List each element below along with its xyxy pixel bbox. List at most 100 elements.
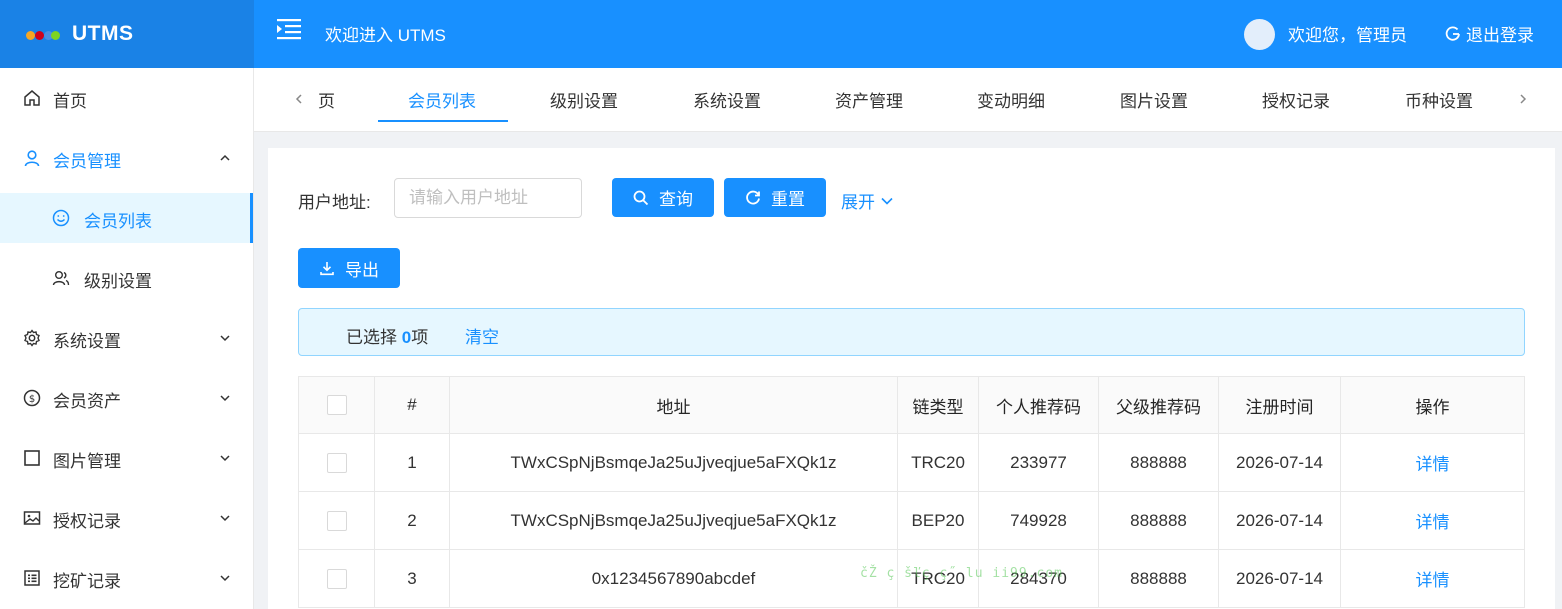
- member-table: # 地址 链类型 个人推荐码 父级推荐码 注册时间 操作 1 TWxCSpNjB…: [298, 376, 1525, 608]
- row-registered: 2026-07-14: [1219, 492, 1341, 549]
- row-address: 0x1234567890abcdef: [450, 550, 898, 607]
- chevron-down-icon: [220, 335, 230, 342]
- row-registered: 2026-07-14: [1219, 434, 1341, 491]
- logo-mark-icon: [26, 26, 62, 42]
- tabs-scroll-left-icon[interactable]: [292, 92, 306, 106]
- menu-fold-icon: [277, 19, 301, 40]
- export-button[interactable]: 导出: [298, 248, 400, 288]
- chevron-down-icon: [220, 575, 230, 582]
- row-parent-code: 888888: [1099, 550, 1219, 607]
- details-link[interactable]: 详情: [1416, 450, 1450, 475]
- selection-count: 0: [401, 328, 412, 347]
- tab-authorization-records[interactable]: 授权记录: [1262, 87, 1330, 112]
- tab-image-settings[interactable]: 图片设置: [1120, 87, 1188, 112]
- active-tab-indicator: [378, 120, 508, 122]
- chevron-down-icon: [220, 455, 230, 462]
- row-action-cell: 详情: [1341, 434, 1524, 491]
- reset-button[interactable]: 重置: [724, 178, 826, 217]
- search-icon: [633, 190, 649, 205]
- gear-icon: [24, 329, 40, 347]
- users-icon: [52, 271, 70, 286]
- sidebar-item-member-list[interactable]: 会员列表: [0, 193, 253, 243]
- row-select-cell: [299, 434, 375, 491]
- sidebar-item-system-settings[interactable]: 系统设置: [0, 308, 253, 368]
- tab-level-settings[interactable]: 级别设置: [550, 87, 618, 112]
- row-checkbox[interactable]: [326, 568, 347, 589]
- column-header: 链类型: [898, 377, 979, 433]
- tab-change-details[interactable]: 变动明细: [977, 87, 1045, 112]
- column-header: #: [375, 377, 450, 433]
- smile-icon: [52, 209, 70, 227]
- top-header: UTMS 欢迎进入 UTMS 欢迎您，管理员 退出登录: [0, 0, 1562, 68]
- tab-system-settings[interactable]: 系统设置: [693, 87, 761, 112]
- sidebar-item-label: 挖矿记录: [53, 572, 121, 591]
- row-checkbox[interactable]: [326, 510, 347, 531]
- tabs-scroll-right-icon[interactable]: [1516, 92, 1530, 106]
- column-header: 操作: [1415, 397, 1450, 417]
- export-label: 导出: [345, 260, 379, 280]
- sidebar-item-mining-records[interactable]: 挖矿记录: [0, 548, 253, 608]
- member-list-card: 用户地址: 查询 重置 展开 导出 已选择 0项 清空 # 地址 链类型 个人推…: [268, 148, 1555, 609]
- dollar-icon: $: [23, 389, 41, 407]
- clear-selection-link[interactable]: 清空: [465, 323, 499, 348]
- table-row: 1 TWxCSpNjBsmqeJa25uJjveqjue5aFXQk1z TRC…: [299, 434, 1524, 492]
- row-index: 3: [375, 550, 450, 607]
- selection-text: 已选择 0项: [346, 323, 428, 348]
- sidebar-item-label: 图片管理: [53, 452, 121, 471]
- download-icon: [320, 262, 334, 276]
- row-address: TWxCSpNjBsmqeJa25uJjveqjue5aFXQk1z: [450, 434, 898, 491]
- expand-filters-link[interactable]: 展开: [841, 188, 894, 213]
- square-icon: [24, 450, 40, 466]
- details-link[interactable]: 详情: [1416, 566, 1450, 591]
- row-action-cell: 详情: [1341, 492, 1524, 549]
- row-personal-code: 233977: [979, 434, 1099, 491]
- expand-label: 展开: [841, 193, 875, 212]
- row-index: 1: [375, 434, 450, 491]
- logout-icon: [1445, 26, 1460, 41]
- chevron-down-icon: [220, 395, 230, 402]
- row-action-cell: 详情: [1341, 550, 1524, 607]
- sidebar-item-label: 会员列表: [84, 212, 152, 231]
- user-icon: [24, 150, 40, 167]
- table-row: 3 0x1234567890abcdef TRC20 284370 888888…: [299, 550, 1524, 608]
- column-header: 注册时间: [1219, 377, 1341, 433]
- sidebar-item-label: 授权记录: [53, 512, 121, 531]
- sidebar-item-authorization-records[interactable]: 授权记录: [0, 488, 253, 548]
- query-label: 查询: [659, 190, 693, 209]
- row-index: 2: [375, 492, 450, 549]
- tab-home[interactable]: 页: [318, 87, 335, 112]
- tab-currency-settings[interactable]: 币种设置: [1405, 87, 1473, 112]
- query-button[interactable]: 查询: [612, 178, 714, 217]
- details-link[interactable]: 详情: [1416, 508, 1450, 533]
- avatar[interactable]: [1244, 19, 1275, 50]
- sidebar-item-home[interactable]: 首页: [0, 68, 253, 128]
- sidebar-item-label: 会员管理: [53, 152, 121, 171]
- sidebar-item-member-assets[interactable]: $ 会员资产: [0, 368, 253, 428]
- home-icon: [24, 90, 40, 106]
- tab-member-list[interactable]: 会员列表: [408, 87, 476, 112]
- reload-icon: [746, 190, 760, 204]
- sidebar-item-level-settings[interactable]: 级别设置: [0, 248, 253, 308]
- row-registered: 2026-07-14: [1219, 550, 1341, 607]
- chevron-down-icon: [220, 515, 230, 522]
- welcome-title: 欢迎进入 UTMS: [325, 26, 446, 45]
- address-input[interactable]: [394, 178, 582, 218]
- select-all-checkbox[interactable]: [326, 395, 347, 415]
- menu-fold-button[interactable]: [276, 17, 302, 41]
- sidebar-item-image-management[interactable]: 图片管理: [0, 428, 253, 488]
- header-select-cell: [299, 377, 375, 433]
- row-select-cell: [299, 550, 375, 607]
- sidebar-item-member-management[interactable]: 会员管理: [0, 128, 253, 188]
- row-chain: BEP20: [898, 492, 979, 549]
- column-header: 地址: [450, 377, 898, 433]
- table-header-row: # 地址 链类型 个人推荐码 父级推荐码 注册时间 操作: [299, 377, 1524, 434]
- list-icon: [24, 570, 40, 586]
- selection-prefix: 已选择: [346, 328, 402, 347]
- row-checkbox[interactable]: [326, 452, 347, 473]
- selection-alert: 已选择 0项 清空: [298, 308, 1525, 356]
- table-row: 2 TWxCSpNjBsmqeJa25uJjveqjue5aFXQk1z BEP…: [299, 492, 1524, 550]
- logout-button[interactable]: 退出登录: [1444, 21, 1534, 46]
- row-personal-code: 284370: [979, 550, 1099, 607]
- sidebar-item-label: 会员资产: [53, 392, 121, 411]
- tab-asset-management[interactable]: 资产管理: [835, 87, 903, 112]
